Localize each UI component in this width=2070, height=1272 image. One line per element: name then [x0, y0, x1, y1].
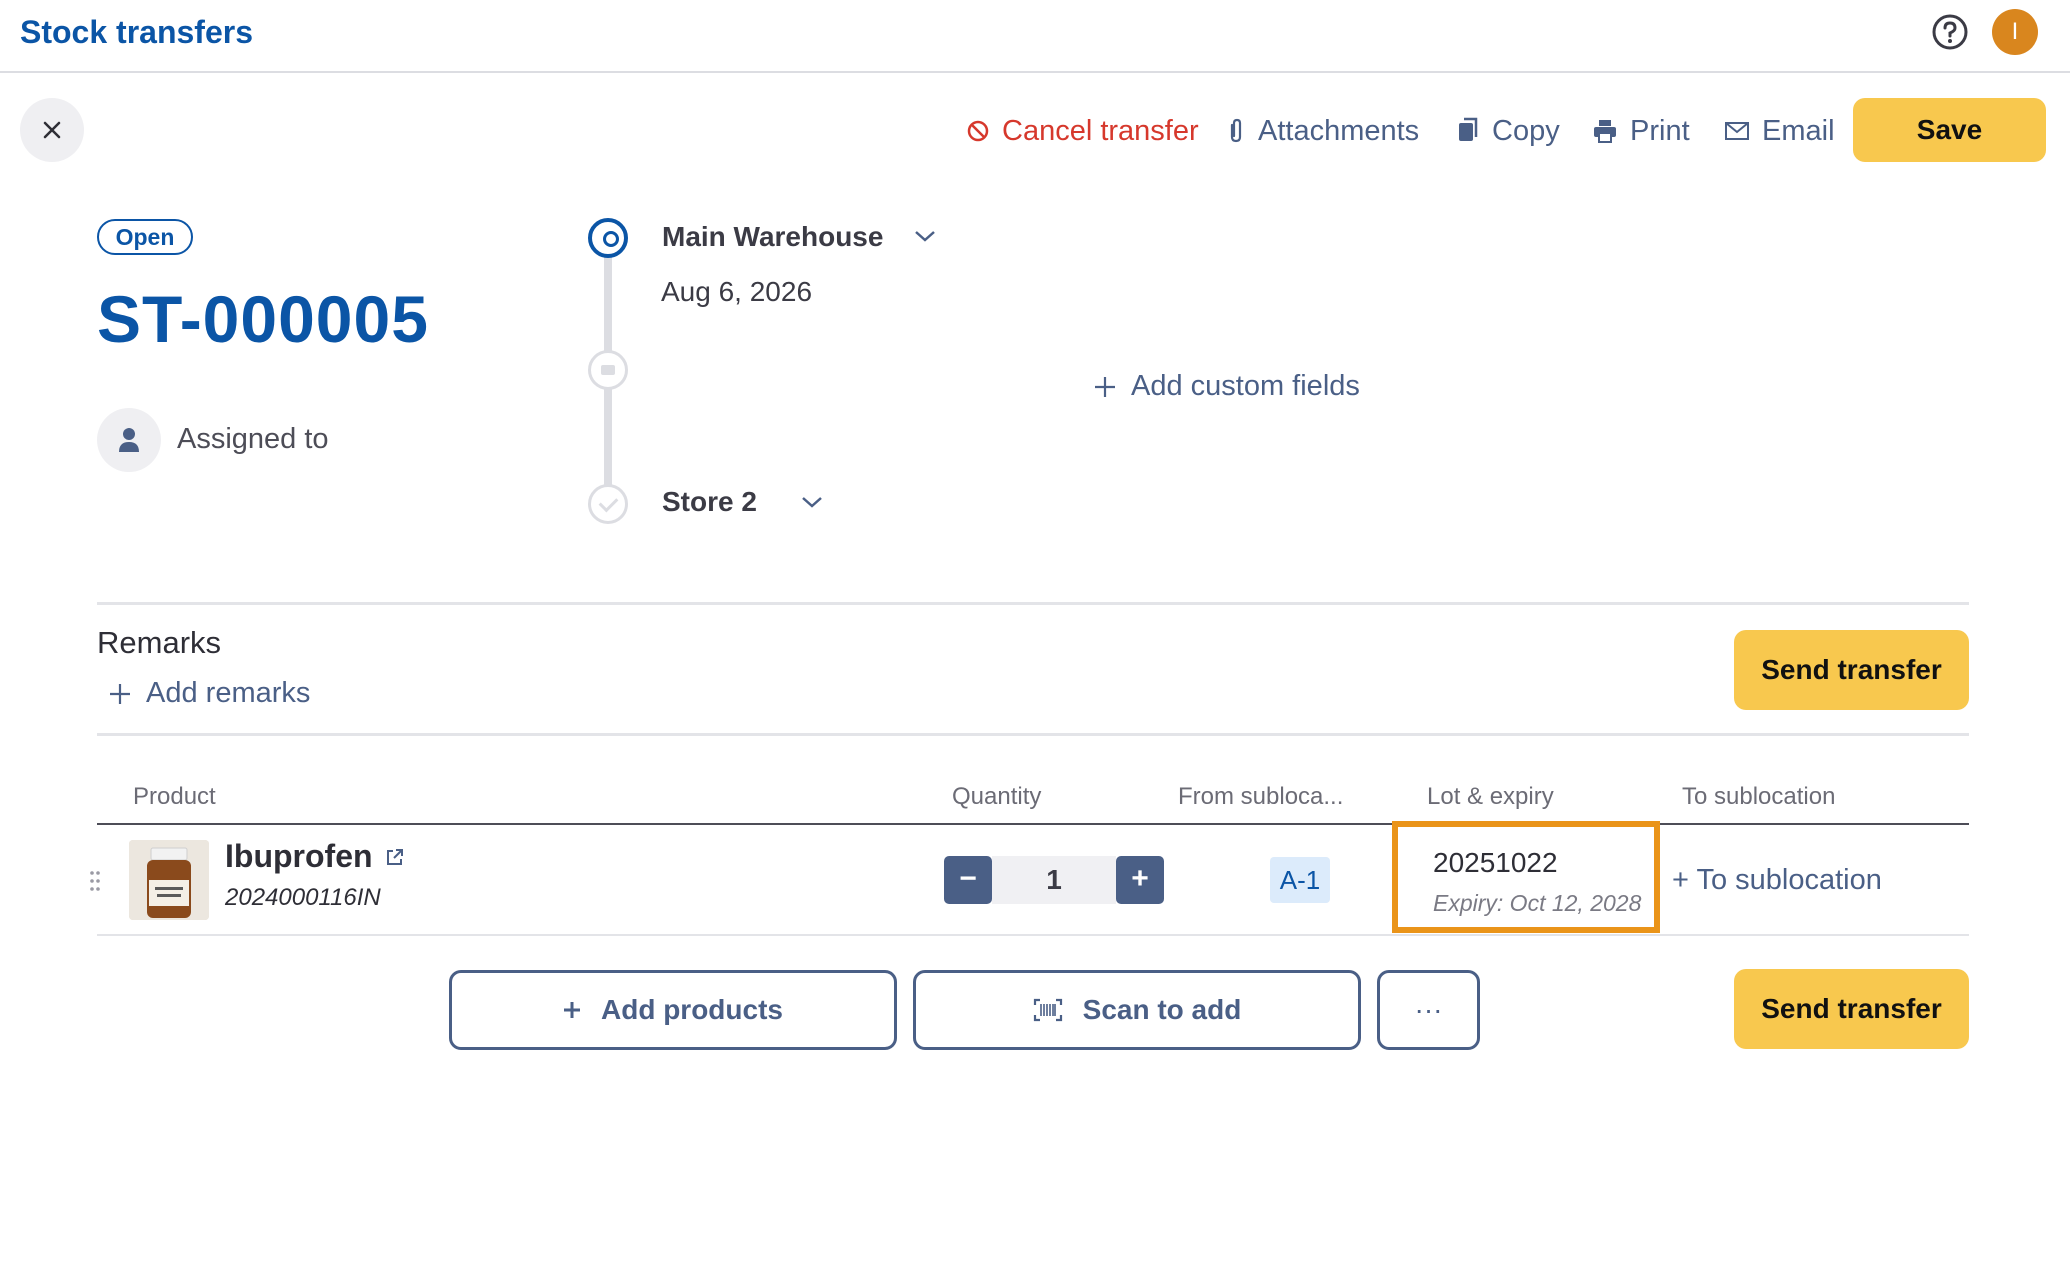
more-options-button[interactable]: ··· — [1377, 970, 1480, 1050]
product-name-link[interactable]: Ibuprofen — [225, 838, 405, 875]
assignee-avatar[interactable] — [97, 408, 161, 472]
truck-icon — [588, 350, 628, 390]
ban-icon — [967, 120, 989, 142]
drag-handle-icon[interactable] — [88, 870, 102, 892]
copy-icon — [1459, 117, 1478, 141]
attachments-button[interactable]: Attachments — [1226, 112, 1419, 150]
pill-bottle-icon — [129, 840, 209, 920]
product-thumbnail[interactable] — [129, 840, 209, 920]
copy-button[interactable]: Copy — [1456, 112, 1560, 150]
quantity-input[interactable]: 1 — [992, 856, 1116, 904]
send-transfer-button[interactable]: Send transfer — [1734, 630, 1969, 710]
top-bar: Stock transfers I — [0, 0, 2070, 73]
scan-to-add-label: Scan to add — [1082, 994, 1242, 1025]
plus-icon — [110, 683, 130, 704]
check-circle-icon — [588, 484, 628, 524]
cancel-transfer-label: Cancel transfer — [1002, 114, 1199, 147]
print-button[interactable]: Print — [1592, 112, 1690, 150]
send-transfer-button-bottom[interactable]: Send transfer — [1734, 969, 1969, 1049]
transfer-date[interactable]: Aug 6, 2026 — [661, 276, 812, 308]
column-header-product[interactable]: Product — [133, 783, 216, 811]
add-remarks-label: Add remarks — [146, 677, 311, 709]
table-row-rule — [97, 934, 1969, 936]
user-icon — [119, 428, 139, 452]
column-header-from-sublocation[interactable]: From subloca... — [1178, 783, 1343, 811]
paperclip-icon — [1230, 118, 1242, 143]
plus-icon — [1095, 376, 1115, 397]
add-remarks-button[interactable]: Add remarks — [108, 677, 310, 710]
copy-label: Copy — [1492, 114, 1560, 147]
save-button[interactable]: Save — [1853, 98, 2046, 162]
column-header-quantity[interactable]: Quantity — [952, 783, 1041, 811]
envelope-icon — [1725, 122, 1749, 140]
add-products-button[interactable]: Add products — [449, 970, 897, 1050]
add-custom-fields-label: Add custom fields — [1131, 370, 1360, 402]
to-location-select[interactable]: Store 2 — [662, 486, 757, 518]
lot-expiry-date: Expiry: Oct 12, 2028 — [1433, 890, 1642, 916]
location-pin-icon — [588, 218, 628, 258]
close-icon — [43, 121, 61, 139]
table-header-rule — [97, 823, 1969, 825]
plus-icon — [564, 1002, 580, 1018]
chevron-down-icon[interactable] — [913, 228, 937, 244]
remarks-heading: Remarks — [97, 625, 222, 660]
product-sku: 2024000116IN — [225, 884, 381, 911]
help-circle-icon[interactable] — [1931, 13, 1969, 51]
product-name: Ibuprofen — [225, 838, 373, 874]
barcode-scan-icon — [1033, 998, 1062, 1022]
printer-icon — [1594, 120, 1616, 143]
close-button[interactable] — [20, 98, 84, 162]
quantity-decrement-button[interactable]: − — [944, 856, 992, 904]
external-link-icon[interactable] — [385, 847, 405, 867]
cancel-transfer-button[interactable]: Cancel transfer — [966, 112, 1199, 150]
more-options-label: ··· — [1414, 994, 1443, 1025]
chevron-down-icon[interactable] — [800, 494, 824, 510]
to-sublocation-button[interactable]: + To sublocation — [1672, 864, 1882, 897]
section-divider — [97, 602, 1969, 605]
quantity-increment-button[interactable]: + — [1116, 856, 1164, 904]
scan-to-add-button[interactable]: Scan to add — [913, 970, 1361, 1050]
section-divider — [97, 733, 1969, 736]
print-label: Print — [1630, 114, 1690, 147]
page-title: Stock transfers — [20, 14, 253, 50]
from-location-select[interactable]: Main Warehouse — [662, 221, 883, 253]
email-button[interactable]: Email — [1724, 112, 1835, 150]
column-header-to-sublocation[interactable]: To sublocation — [1682, 783, 1835, 811]
from-sublocation-chip[interactable]: A-1 — [1270, 857, 1330, 903]
email-label: Email — [1762, 114, 1835, 147]
column-header-lot-expiry[interactable]: Lot & expiry — [1427, 783, 1554, 811]
add-custom-fields-button[interactable]: Add custom fields — [1093, 370, 1360, 403]
assigned-to-label[interactable]: Assigned to — [177, 423, 329, 456]
transfer-number: ST-000005 — [97, 282, 429, 356]
attachments-label: Attachments — [1258, 114, 1420, 147]
add-products-label: Add products — [601, 994, 783, 1025]
user-avatar[interactable]: I — [1992, 9, 2038, 55]
lot-number: 20251022 — [1433, 847, 1558, 878]
status-badge: Open — [97, 219, 193, 255]
